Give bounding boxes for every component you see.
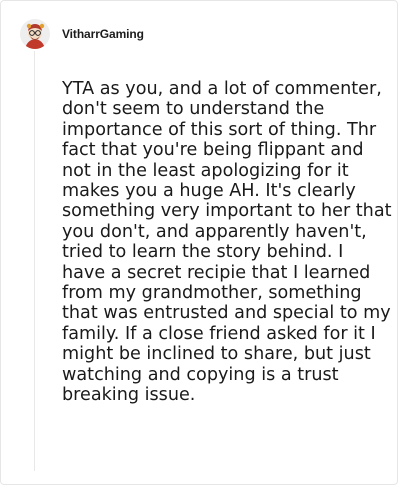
username[interactable]: VitharrGaming xyxy=(62,27,144,41)
comment-card: VitharrGaming YTA as you, and a lot of c… xyxy=(0,0,398,485)
thread-line[interactable] xyxy=(34,51,35,471)
cartoon-character-avatar-icon xyxy=(20,19,50,49)
comment-text: YTA as you, and a lot of commenter, don'… xyxy=(62,79,392,406)
user-avatar-icon[interactable] xyxy=(20,19,50,49)
